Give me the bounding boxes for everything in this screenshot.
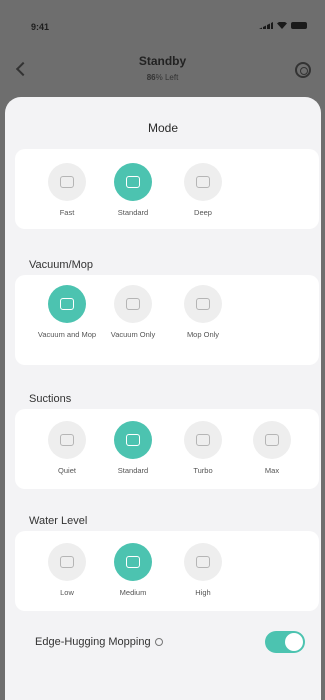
status-time: 9:41 [31, 22, 50, 32]
sheet-title: Mode [147, 121, 179, 135]
water-medium-label: Medium [119, 588, 147, 597]
app-header: Standby 86% Left [0, 40, 325, 100]
suction-turbo-option[interactable]: Turbo [168, 421, 238, 476]
vacuum-and-mop-label: Vacuum and Mop [37, 330, 97, 339]
wifi-icon [277, 22, 287, 29]
suction-standard-option[interactable]: Standard [98, 421, 168, 476]
water-level-card: Low Medium High [15, 531, 319, 611]
suction-turbo-label: Turbo [193, 466, 213, 475]
water-low-icon [60, 556, 74, 568]
water-low-button[interactable] [48, 543, 86, 581]
vacuum-and-mop-option[interactable]: Vacuum and Mop [32, 285, 102, 340]
vacuum-icon [126, 298, 140, 310]
quiet-icon [60, 434, 74, 446]
mode-sheet: Mode Fast Standard Deep Vacuum/Mop Vacuu… [5, 97, 321, 700]
mode-card: Fast Standard Deep [15, 149, 319, 229]
suction-quiet-label: Quiet [58, 466, 76, 475]
mode-deep-button[interactable] [184, 163, 222, 201]
water-high-button[interactable] [184, 543, 222, 581]
edge-hugging-text: Edge-Hugging Mopping [35, 636, 151, 648]
fast-icon [60, 176, 74, 188]
standard-suction-icon [126, 434, 140, 446]
water-high-label: High [195, 588, 211, 597]
water-medium-option[interactable]: Medium [98, 543, 168, 598]
vacuum-only-label: Vacuum Only [110, 330, 156, 339]
toggle-knob [285, 633, 303, 651]
vacuum-and-mop-button[interactable] [48, 285, 86, 323]
mode-fast[interactable]: Fast [32, 163, 102, 218]
suction-card: Quiet Standard Turbo Max [15, 409, 319, 489]
mode-deep[interactable]: Deep [168, 163, 238, 218]
status-icons [259, 22, 307, 29]
mode-fast-label: Fast [59, 208, 75, 217]
mop-only-option[interactable]: Mop Only [168, 285, 238, 340]
water-high-option[interactable]: High [168, 543, 238, 598]
water-low-label: Low [60, 588, 74, 597]
suction-standard-label: Standard [117, 466, 149, 475]
suction-label: Suctions [29, 393, 72, 405]
water-medium-icon [126, 556, 140, 568]
suction-quiet-button[interactable] [48, 421, 86, 459]
water-level-label: Water Level [29, 515, 88, 527]
deep-icon [196, 176, 210, 188]
suction-max-button[interactable] [253, 421, 291, 459]
status-bar: 9:41 [0, 0, 325, 40]
mode-standard-label: Standard [117, 208, 149, 217]
edge-hugging-toggle[interactable] [265, 631, 305, 653]
max-icon [265, 434, 279, 446]
battery-status: 86% Left [0, 73, 325, 82]
suction-standard-button[interactable] [114, 421, 152, 459]
settings-icon[interactable] [295, 62, 311, 78]
vacuum-mop-label: Vacuum/Mop [29, 259, 93, 271]
mode-deep-label: Deep [194, 208, 212, 217]
mode-standard-button[interactable] [114, 163, 152, 201]
water-medium-button[interactable] [114, 543, 152, 581]
suction-max-option[interactable]: Max [237, 421, 307, 476]
water-high-icon [196, 556, 210, 568]
mop-only-button[interactable] [184, 285, 222, 323]
suction-quiet-option[interactable]: Quiet [32, 421, 102, 476]
mop-only-label: Mop Only [186, 330, 220, 339]
edge-hugging-row: Edge-Hugging Mopping [15, 623, 319, 663]
turbo-icon [196, 434, 210, 446]
battery-percent: 86 [146, 73, 156, 82]
mop-icon [196, 298, 210, 310]
mode-standard[interactable]: Standard [98, 163, 168, 218]
suction-max-label: Max [264, 466, 280, 475]
battery-icon [291, 22, 307, 29]
mode-fast-button[interactable] [48, 163, 86, 201]
suction-turbo-button[interactable] [184, 421, 222, 459]
info-icon[interactable] [154, 638, 163, 647]
edge-hugging-label: Edge-Hugging Mopping [35, 636, 163, 648]
vacuum-mop-card: Vacuum and Mop Vacuum Only Mop Only [15, 275, 319, 365]
water-low-option[interactable]: Low [32, 543, 102, 598]
battery-suffix: % Left [155, 73, 179, 82]
standard-icon [126, 176, 140, 188]
vacuum-only-button[interactable] [114, 285, 152, 323]
vacuum-mop-icon [60, 298, 74, 310]
page-title: Standby [138, 54, 187, 68]
vacuum-only-option[interactable]: Vacuum Only [98, 285, 168, 340]
signal-icon [259, 22, 273, 29]
